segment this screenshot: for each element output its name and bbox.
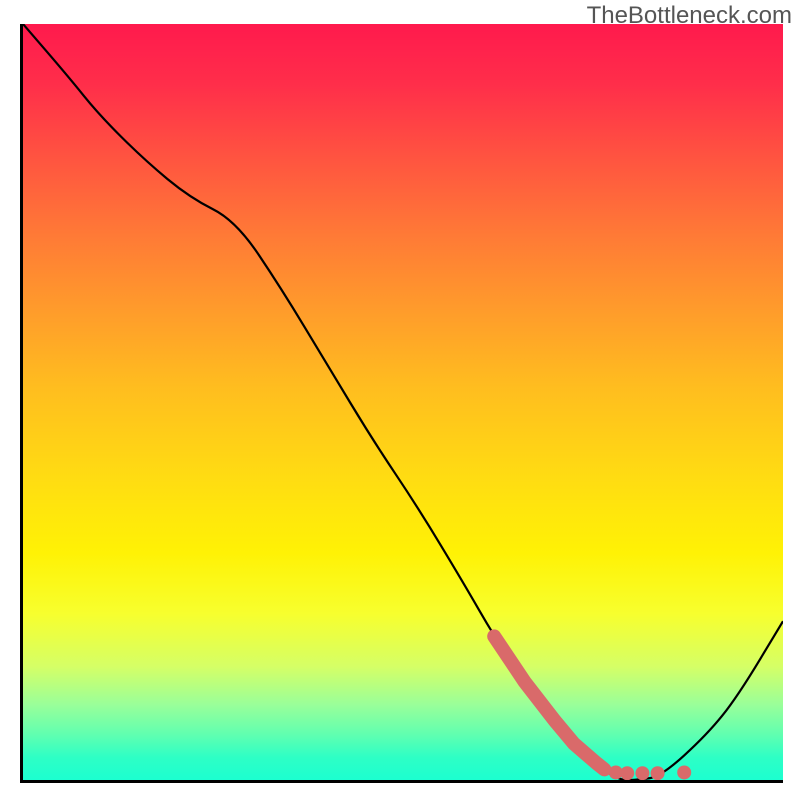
highlight-line bbox=[494, 636, 604, 769]
highlight-dot bbox=[677, 765, 691, 779]
highlight-dot bbox=[635, 766, 649, 780]
plot-area bbox=[20, 24, 783, 783]
watermark-text: TheBottleneck.com bbox=[587, 2, 792, 30]
chart-container: TheBottleneck.com bbox=[0, 0, 800, 800]
highlight-dot bbox=[651, 766, 665, 780]
curve-line bbox=[23, 24, 783, 780]
chart-overlay bbox=[23, 24, 783, 780]
highlight-dot bbox=[620, 766, 634, 780]
